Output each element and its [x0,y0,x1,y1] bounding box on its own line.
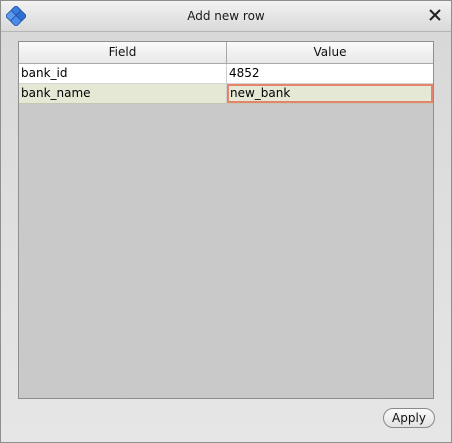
close-icon[interactable] [427,7,443,23]
column-header-field[interactable]: Field [19,42,227,63]
table-row-selected[interactable]: bank_name new_bank [19,84,433,104]
apply-button[interactable]: Apply [383,408,435,428]
add-row-dialog: Add new row Field Value bank_id 4852 ban… [0,0,452,443]
field-cell[interactable]: bank_name [19,84,227,103]
field-cell[interactable]: bank_id [19,64,227,83]
dialog-title: Add new row [187,9,265,23]
value-cell[interactable]: 4852 [227,64,433,83]
value-cell-editor[interactable]: new_bank [227,84,433,103]
column-header-value[interactable]: Value [227,42,433,63]
fields-table: Field Value bank_id 4852 bank_name new_b… [18,41,434,399]
table-header: Field Value [19,42,433,64]
table-row[interactable]: bank_id 4852 [19,64,433,84]
title-bar[interactable]: Add new row [1,1,451,32]
